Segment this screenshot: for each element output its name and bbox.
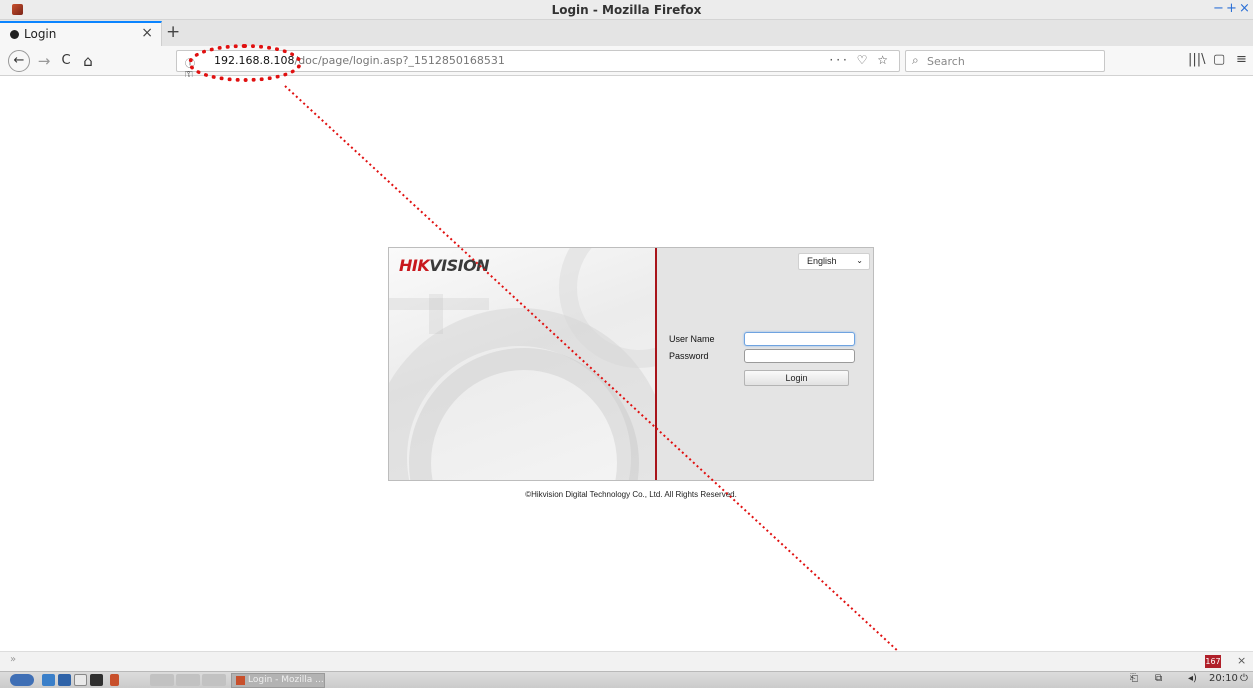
favicon-icon (10, 30, 19, 39)
tab-login[interactable]: Login × (0, 21, 162, 46)
home-button[interactable]: ⌂ (80, 50, 96, 72)
page-content: HIKVISION English ⌄ User Name Password L… (0, 77, 1253, 651)
password-input[interactable] (744, 349, 855, 363)
firefox-launcher-icon[interactable] (110, 674, 119, 686)
new-tab-button[interactable]: + (166, 22, 180, 42)
forward-button[interactable]: → (36, 50, 52, 72)
power-icon[interactable]: ⏻ (1240, 673, 1248, 684)
tab-close-icon[interactable]: × (141, 25, 153, 41)
tab-label: Login (24, 27, 57, 41)
decorative-band (429, 294, 443, 334)
search-placeholder: Search (927, 55, 965, 68)
login-panel: HIKVISION English ⌄ User Name Password L… (388, 247, 874, 481)
taskbar-firefox-task[interactable]: Login - Mozilla ... (231, 673, 325, 688)
file-manager-icon[interactable] (42, 674, 55, 686)
menu-icon[interactable]: ≡ (1236, 52, 1247, 67)
workspace-1[interactable] (150, 674, 174, 686)
status-close-icon[interactable]: × (1237, 654, 1246, 667)
reload-button[interactable]: C (58, 50, 74, 72)
close-window-icon[interactable]: × (1239, 1, 1250, 16)
expand-icon[interactable]: » (10, 654, 16, 665)
language-select[interactable]: English ⌄ (798, 253, 870, 270)
taskbar-task-label: Login - Mozilla ... (248, 675, 324, 685)
library-icon[interactable]: |||\ (1188, 52, 1206, 67)
terminal-icon[interactable] (90, 674, 103, 686)
tab-strip: Login × (0, 20, 1253, 46)
workspace-2[interactable] (176, 674, 200, 686)
page-actions-icon[interactable]: ··· ♡ ☆ (829, 53, 891, 67)
search-bar[interactable]: ⌕ Search (905, 50, 1105, 72)
app-launcher-icon[interactable] (58, 674, 71, 686)
username-input[interactable] (744, 332, 855, 346)
taskbar: Login - Mozilla ... ⎗ ⧉ ◂) 20:10 ⏻ (0, 671, 1253, 688)
window-icon[interactable] (74, 674, 87, 686)
sidebar-icon[interactable]: ▢ (1213, 52, 1225, 67)
workspace-3[interactable] (202, 674, 226, 686)
language-value: English (807, 256, 837, 266)
notification-badge[interactable]: 167 (1205, 655, 1221, 668)
back-button[interactable]: ← (8, 50, 30, 72)
clock: 20:10 (1209, 673, 1238, 684)
clipboard-icon[interactable]: ⎗ (1130, 673, 1138, 684)
hikvision-logo: HIKVISION (399, 256, 490, 275)
search-icon: ⌕ (912, 53, 919, 67)
volume-icon[interactable]: ◂) (1188, 673, 1197, 684)
status-line: » 167 × (0, 651, 1253, 671)
brand-area: HIKVISION (389, 248, 655, 480)
url-path: /doc/page/login.asp?_1512850168531 (294, 54, 505, 67)
password-label: Password (669, 351, 709, 361)
annotation-ellipse (188, 44, 302, 82)
maximize-icon[interactable]: + (1226, 1, 1237, 16)
login-form: English ⌄ User Name Password Login (657, 248, 873, 480)
copyright-text: ©Hikvision Digital Technology Co., Ltd. … (525, 490, 737, 499)
start-menu-icon[interactable] (10, 674, 34, 686)
username-label: User Name (669, 334, 715, 344)
firefox-task-icon (236, 676, 245, 685)
chevron-down-icon: ⌄ (856, 256, 863, 265)
window-titlebar: Login - Mozilla Firefox − + × (0, 0, 1253, 20)
network-icon[interactable]: ⧉ (1155, 673, 1162, 684)
minimize-icon[interactable]: − (1213, 1, 1224, 16)
window-title: Login - Mozilla Firefox (551, 3, 702, 17)
login-button[interactable]: Login (744, 370, 849, 386)
